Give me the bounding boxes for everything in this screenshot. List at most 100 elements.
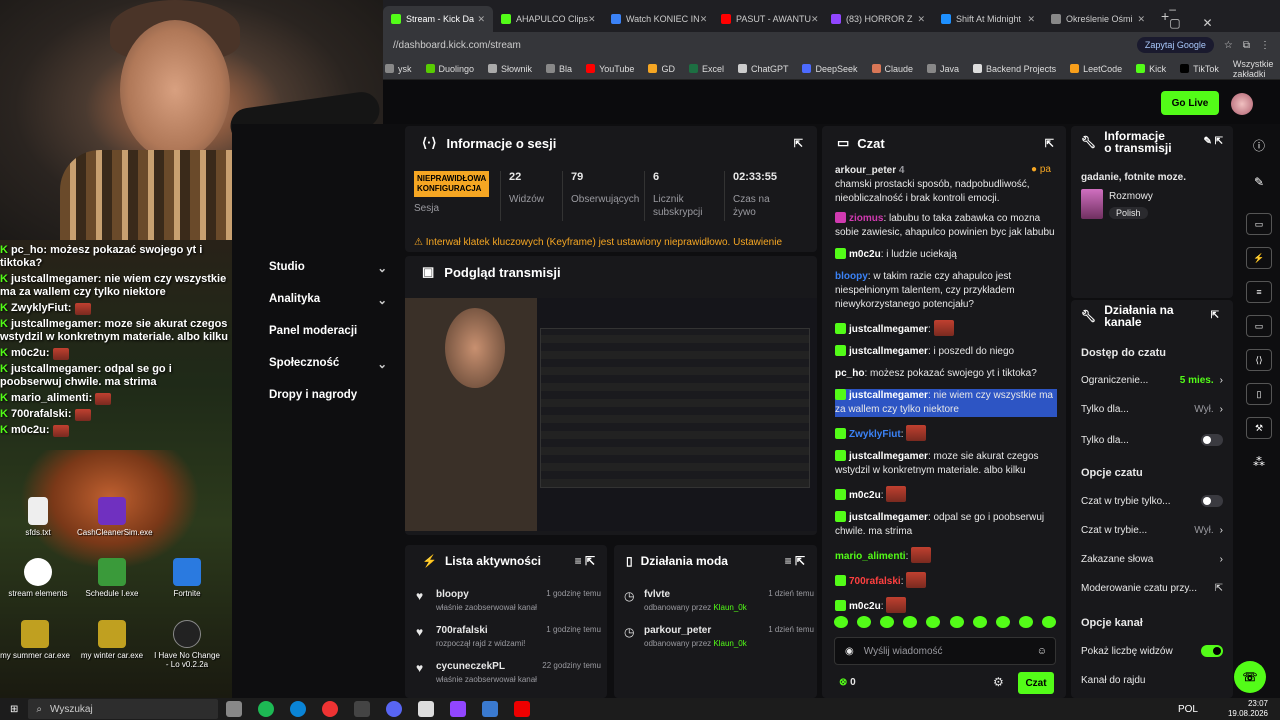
smile-icon[interactable]: ☺ bbox=[1037, 646, 1047, 657]
chat-message[interactable]: ZwyklyFiut: bbox=[835, 425, 1057, 442]
raid-row[interactable]: Kanał do rajdu bbox=[1081, 675, 1146, 686]
chat-mode-row[interactable]: Czat w trybie tylko... bbox=[1081, 495, 1223, 507]
discord-icon[interactable] bbox=[386, 701, 403, 717]
popout-icon[interactable]: ⇱ bbox=[1211, 310, 1219, 322]
popout-icon[interactable]: ⇱ bbox=[794, 137, 803, 150]
close-icon[interactable]: ✕ bbox=[477, 14, 485, 25]
desktop-icon-fortnite[interactable]: Fortnite bbox=[152, 558, 222, 598]
close-icon[interactable]: ✕ bbox=[1027, 14, 1035, 25]
list-icon[interactable]: ≡ bbox=[1246, 281, 1272, 303]
desktop-icon-schedule[interactable]: Schedule I.exe bbox=[77, 558, 147, 598]
close-icon[interactable]: ✕ bbox=[811, 14, 819, 25]
bookmark-item[interactable]: Java bbox=[927, 64, 959, 74]
ask-google-button[interactable]: Zapytaj Google bbox=[1136, 37, 1214, 53]
url-text[interactable]: //dashboard.kick.com/stream bbox=[393, 40, 521, 51]
chrome-icon[interactable] bbox=[322, 701, 339, 717]
chat-input[interactable]: ◉ Wyślij wiadomość ☺ bbox=[834, 637, 1056, 665]
new-tab-icon[interactable]: + bbox=[1161, 8, 1169, 24]
session-icon[interactable]: ⟨⟩ bbox=[1246, 349, 1272, 371]
bookmark-item[interactable]: Słownik bbox=[488, 64, 532, 74]
extensions-icon[interactable]: ⧉ bbox=[1243, 40, 1250, 51]
chat-message[interactable]: m0c2u: bbox=[835, 486, 1057, 503]
subs-only-row[interactable]: Tylko dla... bbox=[1081, 434, 1223, 446]
popout-icon[interactable]: ⇱ bbox=[1045, 137, 1054, 150]
mod-action-item[interactable]: ◷ fvlvte 1 dzień temu odbanowany przez Klau… bbox=[624, 589, 814, 625]
twitch-icon[interactable] bbox=[450, 701, 467, 717]
info-icon[interactable]: ⓘ bbox=[1246, 134, 1272, 156]
chat-message[interactable]: justcallmegamer: odpal se go i poobserwu… bbox=[835, 511, 1057, 539]
browser-tab[interactable]: AHAPULCO Clips ✕ bbox=[493, 6, 603, 32]
bookmark-item[interactable]: ysk bbox=[385, 64, 412, 74]
youtube-icon[interactable] bbox=[514, 701, 531, 717]
app-icon[interactable] bbox=[418, 701, 435, 717]
bookmark-item[interactable]: Claude bbox=[871, 64, 913, 74]
desktop-icon-streamelements[interactable]: stream elements bbox=[3, 558, 73, 598]
bookmark-item[interactable]: LeetCode bbox=[1070, 64, 1122, 74]
spotify-icon[interactable] bbox=[258, 701, 275, 717]
sidebar-item-community[interactable]: Społeczność ⌄ bbox=[269, 357, 387, 371]
points-counter[interactable]: ⊗ 0 bbox=[839, 677, 856, 688]
chat-mode-toggle[interactable] bbox=[1201, 495, 1223, 507]
chat-message[interactable]: pc_ho: możesz pokazać swojego yt i tikto… bbox=[835, 367, 1057, 381]
all-bookmarks[interactable]: Wszystkie zakładki bbox=[1233, 59, 1274, 79]
bookmark-item[interactable]: GD bbox=[648, 64, 675, 74]
emote-bar[interactable] bbox=[834, 616, 1056, 630]
desktop-icon-summercar[interactable]: my summer car.exe bbox=[0, 620, 70, 660]
show-viewers-toggle[interactable] bbox=[1201, 645, 1223, 657]
chat-send-button[interactable]: Czat bbox=[1018, 672, 1054, 694]
browser-tab[interactable]: Watch KONIEC IN ✕ bbox=[603, 6, 713, 32]
close-icon[interactable]: ✕ bbox=[700, 14, 708, 25]
chat-message[interactable]: justcallmegamer: bbox=[835, 320, 1057, 337]
mod-action-item[interactable]: ◷ parkour_peter 1 dzień temu odbanowany prz… bbox=[624, 625, 814, 661]
bookmark-item[interactable]: Excel bbox=[688, 64, 724, 74]
settings-gear-icon[interactable]: ⚙ bbox=[993, 675, 1004, 689]
browser-tab[interactable]: PASUT - AWANTU ✕ bbox=[713, 6, 823, 32]
chat-message[interactable]: bloopy: w takim razie czy ahapulco jest … bbox=[835, 270, 1057, 312]
chat-message[interactable]: ziomus: labubu to taka zabawka co mozna … bbox=[835, 212, 1057, 240]
activity-item[interactable]: ♥ bloopy 1 godzinę temu właśnie zaobserwowa… bbox=[416, 589, 601, 625]
browser-tab[interactable]: Shift At Midnight ✕ bbox=[933, 6, 1043, 32]
sidebar-item-studio[interactable]: Studio ⌄ bbox=[269, 261, 387, 275]
go-live-button[interactable]: Go Live bbox=[1161, 91, 1219, 115]
clock[interactable]: 23:07 19.08.2026 bbox=[1228, 699, 1268, 719]
chat-message[interactable]: 700rafalski: bbox=[835, 572, 1057, 589]
bookmark-item[interactable]: Kick bbox=[1136, 64, 1166, 74]
bookmark-item[interactable]: DeepSeek bbox=[802, 64, 858, 74]
window-controls[interactable]: –▢✕ bbox=[1169, 2, 1260, 30]
close-icon[interactable]: ✕ bbox=[588, 14, 596, 25]
menu-icon[interactable]: ⋮ bbox=[1260, 40, 1270, 51]
star-icon[interactable]: ☆ bbox=[1224, 40, 1233, 51]
subs-only-toggle[interactable] bbox=[1201, 434, 1223, 446]
bookmark-item[interactable]: ChatGPT bbox=[737, 64, 788, 74]
layout-icon[interactable]: ▭ bbox=[1246, 213, 1272, 235]
desktop-icon-wintercar[interactable]: my winter car.exe bbox=[77, 620, 147, 660]
followers-only-row[interactable]: Tylko dla... Wył. › bbox=[1081, 404, 1223, 415]
sidebar-item-analytics[interactable]: Analityka ⌄ bbox=[269, 293, 387, 307]
browser-tab[interactable]: Określenie Ośmi ✕ bbox=[1043, 6, 1153, 32]
close-icon[interactable]: ✕ bbox=[1137, 14, 1145, 25]
taskbar-search[interactable]: ⌕ Wyszukaj bbox=[28, 699, 219, 719]
slow-mode-row[interactable]: Czat w trybie... Wył. › bbox=[1081, 525, 1223, 536]
bookmark-item[interactable]: TikTok bbox=[1180, 64, 1219, 74]
chat-message[interactable]: justcallmegamer: moze sie akurat czegos … bbox=[835, 450, 1057, 478]
edge-icon[interactable] bbox=[290, 701, 307, 717]
close-icon[interactable]: ✕ bbox=[917, 14, 925, 25]
chat-message[interactable]: mario_alimenti: bbox=[835, 547, 1057, 564]
filter-icon[interactable]: ≡ ⇱ bbox=[785, 554, 805, 568]
pen-icon[interactable]: ✎ bbox=[1246, 171, 1272, 193]
language-indicator[interactable]: POL bbox=[1178, 704, 1198, 715]
avatar[interactable] bbox=[1231, 93, 1253, 115]
chat-message[interactable]: m0c2u: i ludzie uciekają bbox=[835, 248, 1057, 262]
bookmark-item[interactable]: YouTube bbox=[586, 64, 634, 74]
browser-tab[interactable]: Stream - Kick Da ✕ bbox=[383, 6, 493, 32]
app-icon[interactable] bbox=[482, 701, 499, 717]
support-chat-icon[interactable]: ☏ bbox=[1234, 661, 1266, 693]
chat-message[interactable]: justcallmegamer: i poszedl do niego bbox=[835, 345, 1057, 359]
desktop-icon-cashcleaner[interactable]: CashCleanerSim.exe bbox=[77, 497, 153, 537]
chat-message[interactable]: m0c2u: bbox=[835, 597, 1057, 614]
activity-item[interactable]: ♥ cycuneczekPL 22 godziny temu właśnie zaob… bbox=[416, 661, 601, 697]
sidebar-item-drops[interactable]: Dropy i nagrody bbox=[269, 389, 387, 401]
bookmark-item[interactable]: Bla bbox=[546, 64, 572, 74]
bookmark-item[interactable]: Duolingo bbox=[425, 64, 474, 74]
chat-moderation-row[interactable]: Moderowanie czatu przy... ⇱ bbox=[1081, 583, 1223, 594]
